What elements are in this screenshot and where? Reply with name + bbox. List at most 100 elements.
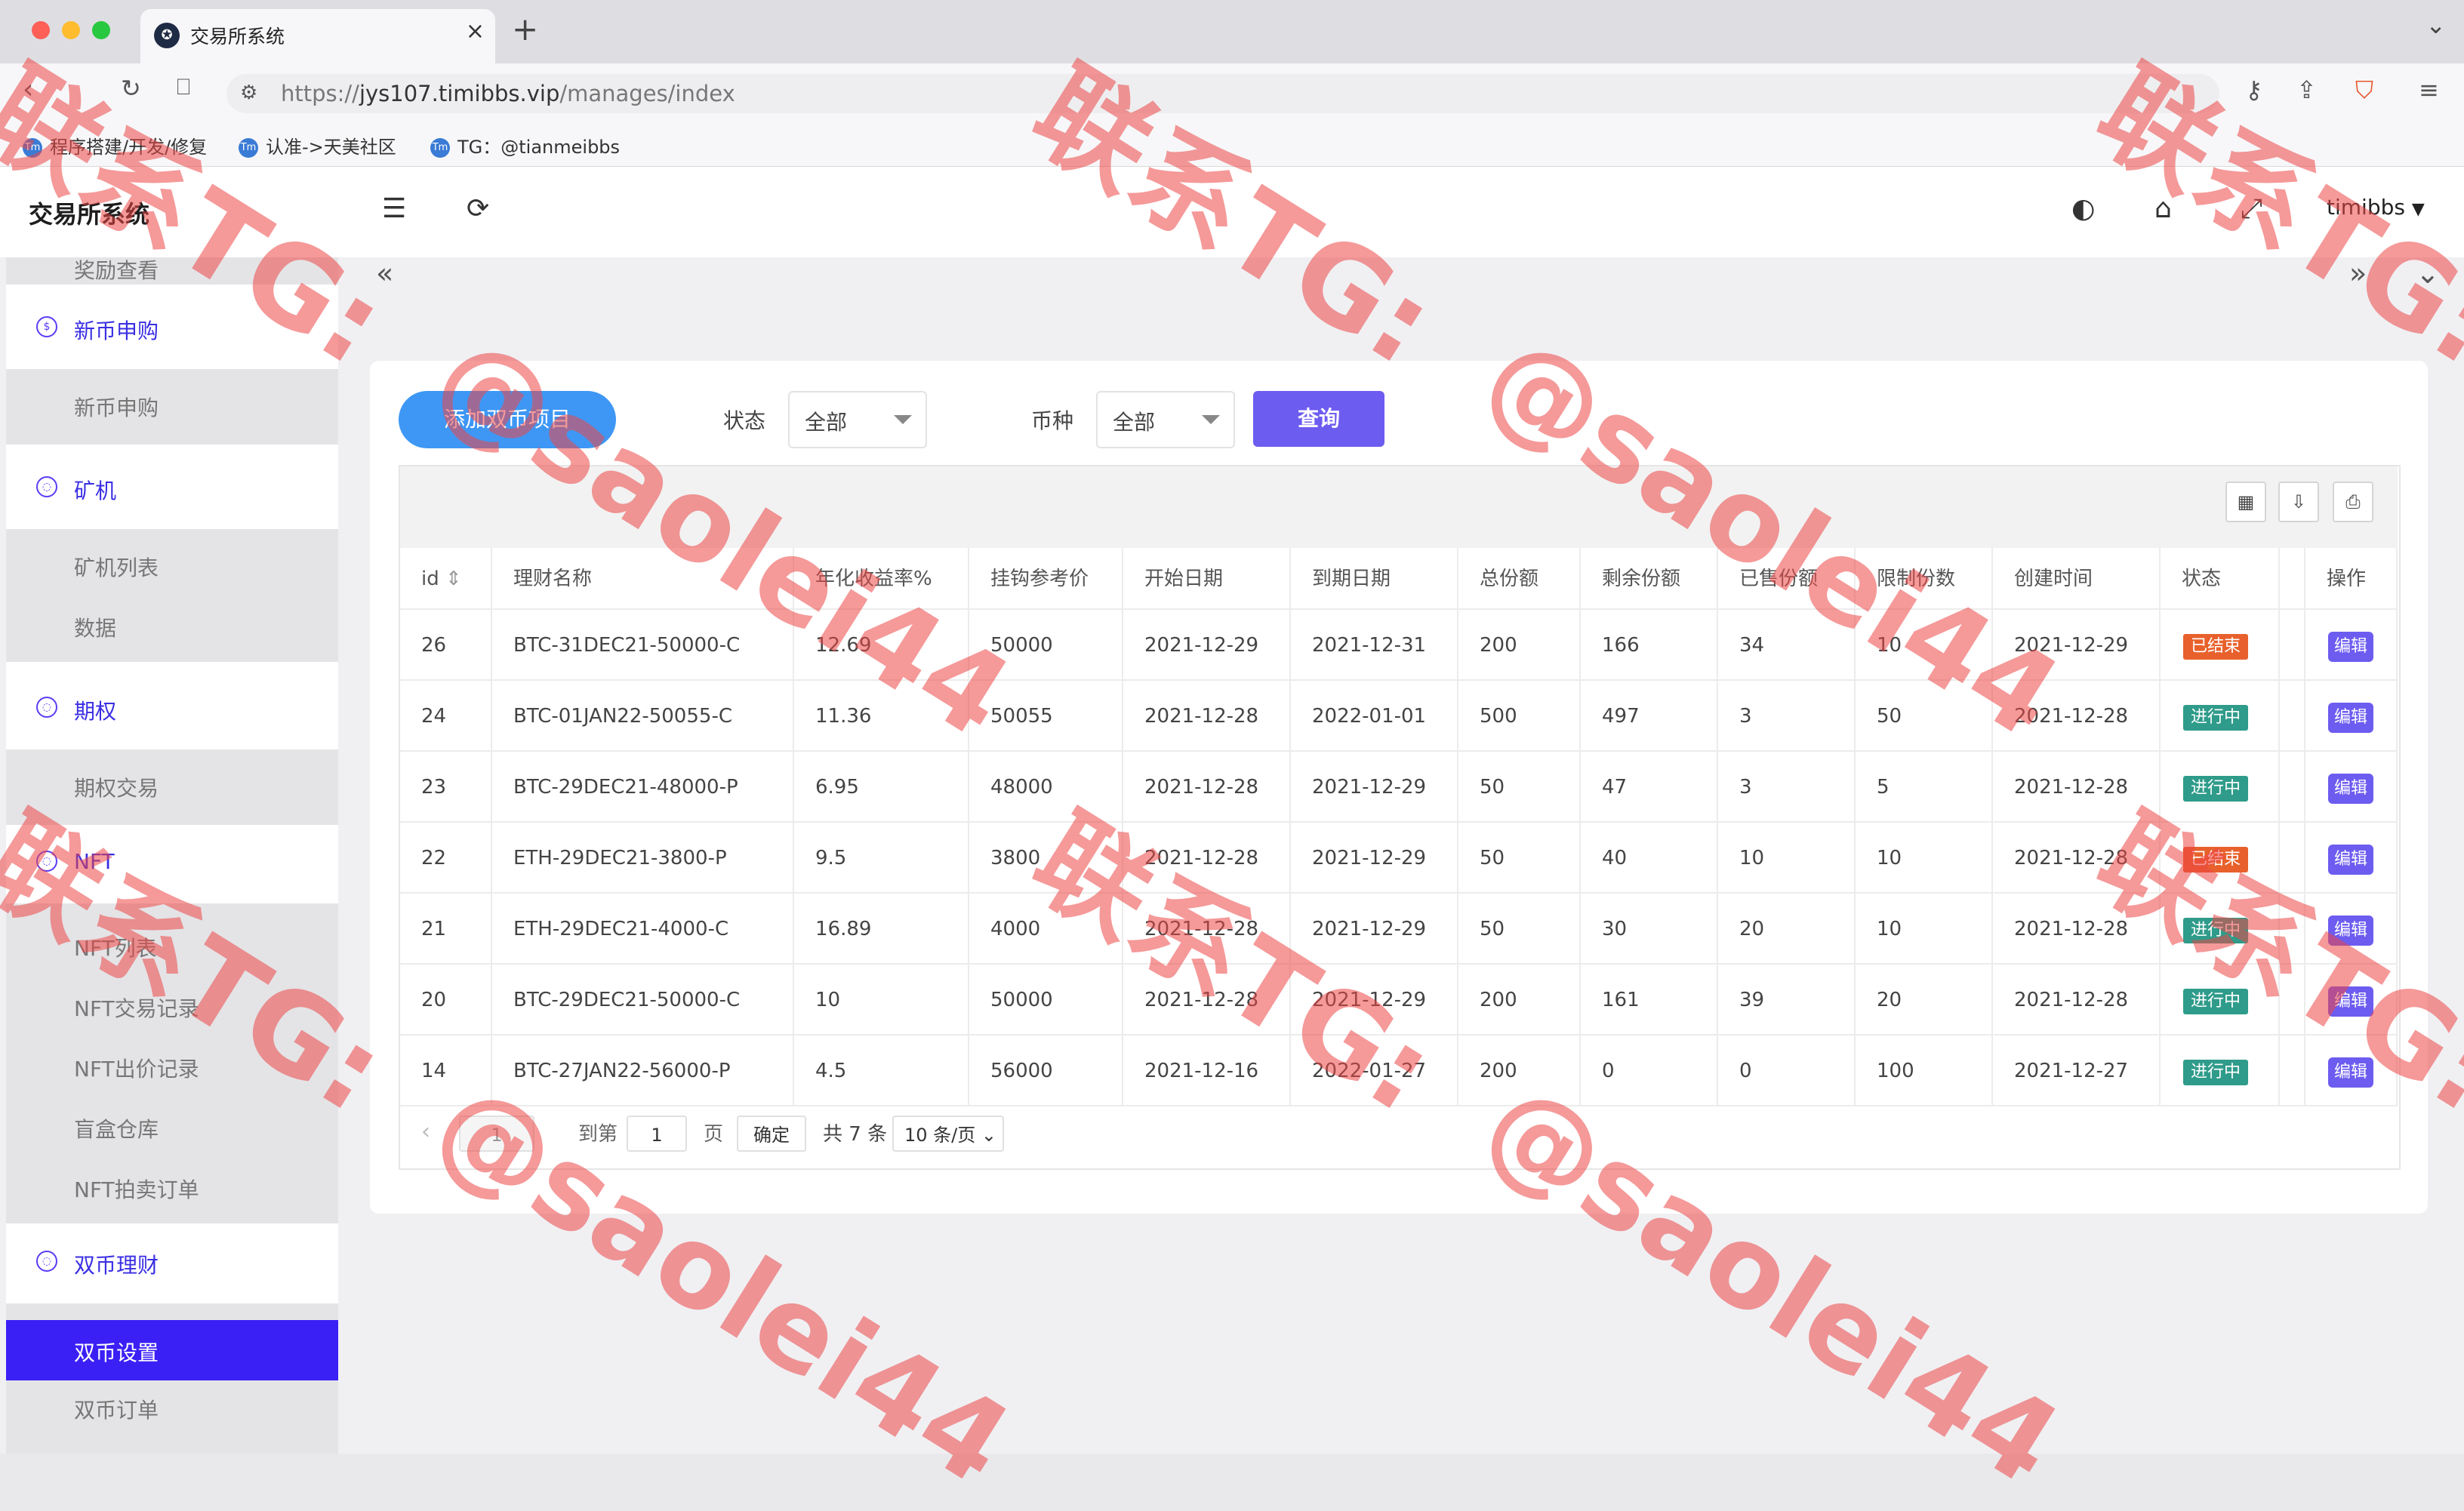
tabs-scroll-left-icon[interactable]: « [376,257,393,290]
app-header [338,167,2464,257]
table-cell: 23 [400,752,492,823]
table-cell: 2021-12-28 [1993,965,2161,1036]
table-cell: 2021-12-16 [1123,1036,1291,1106]
tag-icon[interactable]: ⌂ [2154,193,2172,224]
back-icon[interactable]: ‹ [23,74,33,105]
sidebar-item-option-trade[interactable]: 期权交易 [74,772,159,802]
circle-icon: ◌ [36,851,57,872]
sidebar-group-label: 新币申购 [74,319,159,343]
table-cell: 编辑 [2305,1036,2398,1106]
table-cell: BTC-31DEC21-50000-C [492,610,794,681]
brave-shield-icon[interactable]: ⛉ [2355,75,2373,105]
edit-button[interactable]: 编辑 [2328,916,2374,946]
table-cell: 50055 [969,681,1123,752]
tabs-scroll-right-icon[interactable]: » [2349,257,2367,290]
query-button[interactable]: 查询 [1253,391,1384,447]
goto-page-input[interactable]: 1 [627,1116,687,1152]
table-cell: 2022-01-27 [1291,1036,1458,1106]
reload-icon[interactable]: ↻ [121,74,141,103]
bookmark-item[interactable]: Tm TG：@tianmeibbs [430,132,620,158]
table-cell: 进行中 [2161,752,2280,823]
table-cell: 10 [1856,823,1993,894]
browser-tab[interactable]: ✪ 交易所系统 × [140,9,495,63]
header-id-col[interactable]: id ⇕ [400,548,492,610]
sidebar-item-miner-list[interactable]: 矿机列表 [74,552,159,582]
table-cell: 34 [1718,610,1856,681]
table-cell: 2021-12-28 [1993,894,2161,965]
sidebar-item-nft-bids[interactable]: NFT出价记录 [74,1053,199,1083]
edit-button[interactable]: 编辑 [2328,774,2374,804]
sidebar-submenu-bg [6,257,338,285]
table-cell: BTC-01JAN22-50055-C [492,681,794,752]
close-tab-icon[interactable]: × [466,18,485,45]
sidebar-group-miner[interactable]: ◌ 矿机 [6,451,338,526]
table-cell: 2021-12-28 [1993,681,2161,752]
sidebar-group-ipo[interactable]: $ 新币申购 [6,291,338,366]
export-icon[interactable]: ⇩ [2278,482,2319,522]
password-key-icon[interactable]: ⚷ [2245,75,2262,104]
caret-down-icon: ▼ [2411,200,2425,219]
goto-confirm-button[interactable]: 确定 [737,1116,806,1152]
edit-button[interactable]: 编辑 [2328,986,2374,1017]
menu-icon[interactable]: ≡ [2419,75,2439,104]
table-cell: 进行中 [2161,1036,2280,1106]
theme-palette-icon[interactable]: ◐ [2071,193,2095,224]
table-cell: 22 [400,823,492,894]
table-cell: 20 [1856,965,1993,1036]
add-dual-project-button[interactable]: 添加双币项目 [399,391,616,448]
address-bar[interactable]: ⚙ https://jys107.timibbs.vip/manages/ind… [226,74,2219,113]
sidebar-item-data[interactable]: 数据 [74,612,116,642]
edit-button[interactable]: 编辑 [2328,845,2374,875]
new-tab-icon[interactable]: + [512,11,538,48]
sidebar-item-blindbox[interactable]: 盲盒仓库 [74,1113,159,1143]
sidebar-group-label: NFT [74,849,115,874]
page-size-select[interactable]: 10 条/页 ⌄ [892,1116,1004,1152]
site-settings-icon[interactable]: ⚙ [240,82,257,104]
table-cell: 10 [1718,823,1856,894]
sidebar-group-options[interactable]: ◌ 期权 [6,671,338,746]
coin-select[interactable]: 全部 [1096,391,1235,448]
columns-filter-icon[interactable]: ▦ [2225,482,2266,522]
table-cell: 200 [1458,610,1581,681]
current-page[interactable]: 1 [459,1116,534,1152]
refresh-icon[interactable]: ⟳ [467,193,489,224]
sidebar-item-ipo[interactable]: 新币申购 [74,392,159,422]
bookmark-icon[interactable]: ⎕ [177,74,190,100]
status-badge: 已结束 [2183,847,2249,872]
fullscreen-icon[interactable]: ⤢ [2241,193,2262,225]
collapse-menu-icon[interactable]: ☰ [382,193,406,224]
page-unit-label: 页 [704,1123,724,1146]
print-icon[interactable]: ⎙ [2333,482,2373,522]
table-cell: 9.5 [794,823,969,894]
sidebar-item-nft-list[interactable]: NFT列表 [74,932,157,962]
prev-page-icon[interactable]: ‹ [421,1119,430,1145]
tabs-dropdown-icon[interactable]: ⌄ [2416,257,2440,290]
share-icon[interactable]: ⇪ [2296,75,2317,104]
url-text: https://jys107.timibbs.vip/manages/index [281,81,735,106]
edit-button[interactable]: 编辑 [2328,632,2374,662]
close-window-button[interactable] [32,21,50,39]
header-remaining-col: 剩余份额 [1581,548,1718,610]
sidebar-group-dual-coin[interactable]: ◌ 双币理财 [6,1225,338,1300]
sidebar-item-dual-orders[interactable]: 双币订单 [74,1394,159,1424]
sidebar-item-nft-trades[interactable]: NFT交易记录 [74,992,199,1023]
sidebar-item-dual-settings[interactable]: 双币设置 [6,1320,338,1380]
header-status-col: 状态 [2161,548,2280,610]
sidebar-item-nft-auction[interactable]: NFT拍卖订单 [74,1174,199,1204]
header-limit-col: 限制份数 [1856,548,1993,610]
status-select[interactable]: 全部 [788,391,927,448]
user-menu[interactable]: timibbs ▼ [2327,195,2425,220]
edit-button[interactable]: 编辑 [2328,703,2374,733]
bookmark-item[interactable]: Tm 认准->天美社区 [239,132,396,158]
app-brand: 交易所系统 [0,167,338,257]
sidebar-group-nft[interactable]: ◌ NFT [6,825,338,900]
minimize-window-button[interactable] [62,21,80,39]
sidebar-item-reward-view[interactable]: 奖励查看 [74,254,159,285]
table-cell [2280,681,2305,752]
tab-list-chevron-icon[interactable]: ⌄ [2426,11,2446,39]
edit-button[interactable]: 编辑 [2328,1057,2374,1088]
zoom-window-button[interactable] [92,21,110,39]
table-cell: 2021-12-28 [1993,823,2161,894]
sort-icon[interactable]: ⇕ [439,568,462,590]
bookmark-item[interactable]: Tm 程序搭建/开发/修复 [23,132,207,158]
